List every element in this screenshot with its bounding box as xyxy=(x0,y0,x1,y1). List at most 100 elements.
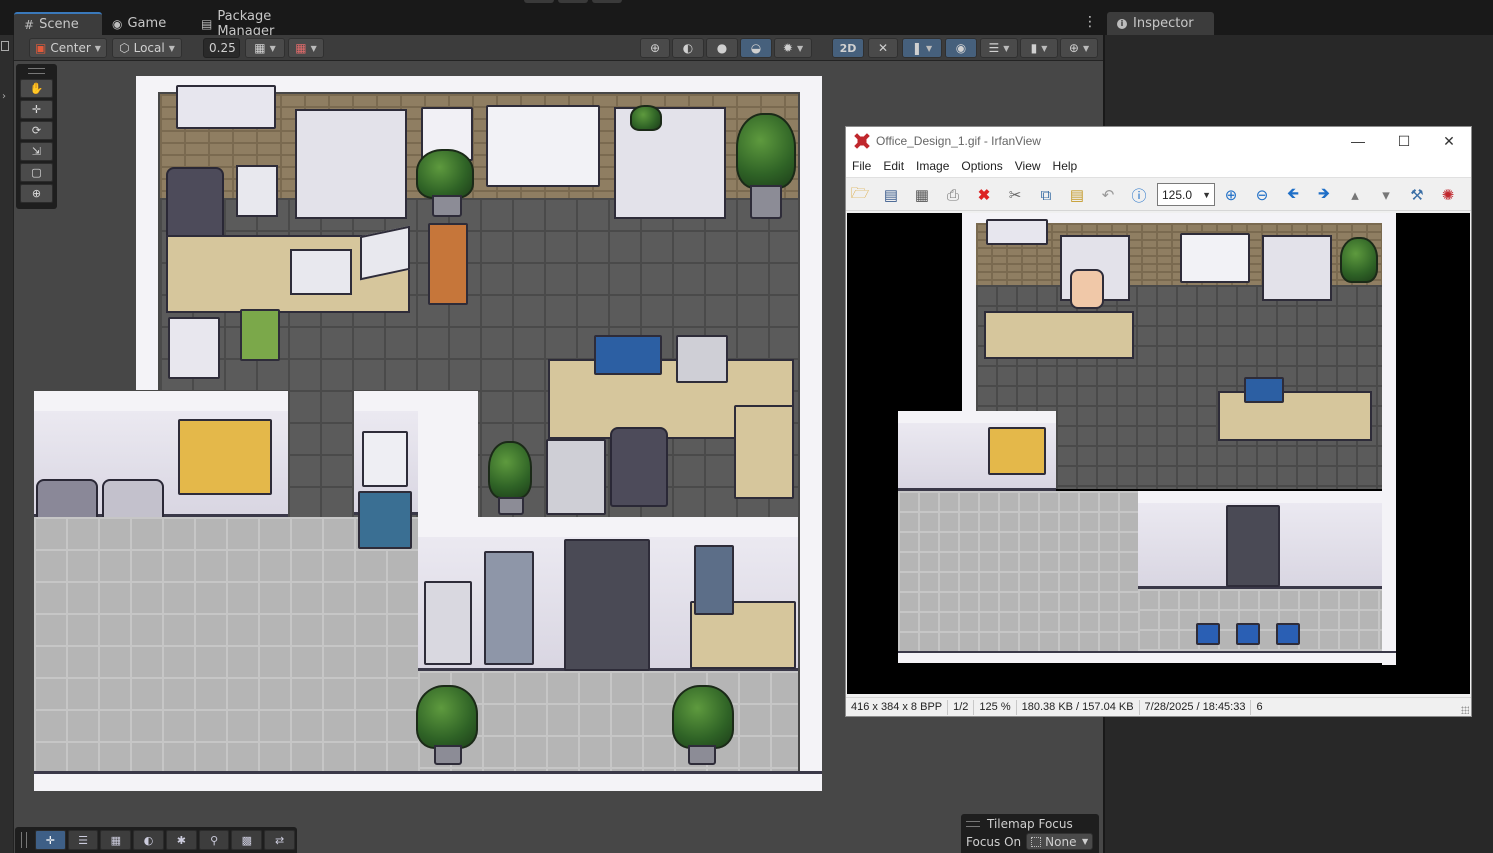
zoom-button[interactable]: ⚲ xyxy=(198,830,230,850)
top-notch xyxy=(558,0,588,3)
lit-shading-button[interactable]: ◒ xyxy=(740,38,772,58)
rotate-tool-button[interactable]: ⟳ xyxy=(20,121,53,140)
zoom-in-button[interactable]: ⊕ xyxy=(1220,184,1242,206)
properties-button[interactable]: ⚒ xyxy=(1406,184,1428,206)
shaded-wireframe-button[interactable]: ◐ xyxy=(672,38,704,58)
overlay-grip[interactable] xyxy=(966,821,980,827)
resize-grip[interactable] xyxy=(1461,706,1469,714)
panel-icon[interactable] xyxy=(1,41,9,51)
right-wall xyxy=(800,76,822,791)
info-button[interactable]: ⓘ xyxy=(1128,184,1150,206)
focus-on-dropdown[interactable]: None ▼ xyxy=(1026,833,1094,850)
layers-dropdown[interactable]: ☰ ▼ xyxy=(980,38,1018,58)
notice-board xyxy=(362,431,408,487)
close-button[interactable]: ✕ xyxy=(1426,127,1472,155)
erase-button[interactable]: ✱ xyxy=(165,830,197,850)
gizmos-dropdown[interactable]: ⊕ ▼ xyxy=(1060,38,1098,58)
irfanview-menubar: File Edit Image Options View Help xyxy=(846,155,1471,177)
tab-scene[interactable]: # Scene xyxy=(14,12,102,35)
grid-snap-dropdown[interactable]: ▦ ▼ xyxy=(288,38,324,58)
menu-image[interactable]: Image xyxy=(910,159,955,173)
paper-stack xyxy=(546,439,606,515)
paste-button[interactable]: ▤ xyxy=(1066,184,1088,206)
menu-file[interactable]: File xyxy=(846,159,877,173)
maximize-icon: ☐ xyxy=(1397,132,1411,149)
irfanview-window[interactable]: Office_Design_1.gif - IrfanView — ☐ ✕ Fi… xyxy=(845,126,1472,717)
tab-package-manager[interactable]: ▤ Package Manager xyxy=(191,9,336,39)
zoom-out-icon: ⊖ xyxy=(1255,187,1269,204)
zoom-out-button[interactable]: ⊖ xyxy=(1251,184,1273,206)
undo-button[interactable]: ↶ xyxy=(1097,184,1119,206)
open-folder-button[interactable]: 🗁 xyxy=(849,184,871,206)
printer-icon: ⎙ xyxy=(946,186,959,204)
copy-button[interactable]: ⧉ xyxy=(1035,184,1057,206)
scale-tool-button[interactable]: ⇲ xyxy=(20,142,53,161)
slideshow-button[interactable]: ▤ xyxy=(880,184,902,206)
cut-button[interactable]: ✂ xyxy=(1004,184,1026,206)
chevron-down-icon: ▼ xyxy=(94,43,101,53)
maximize-button[interactable]: ☐ xyxy=(1381,127,1427,155)
scale-icon: ⇲ xyxy=(31,145,42,158)
shuffle-button[interactable]: ⇄ xyxy=(264,830,295,850)
camera-dropdown[interactable]: ▮ ▼ xyxy=(1020,38,1058,58)
scene-visibility-button[interactable]: ◉ xyxy=(945,38,977,58)
toggle-2d-button[interactable]: 2D xyxy=(832,38,864,58)
unlit-shading-button[interactable]: ● xyxy=(706,38,738,58)
transform-tool-button[interactable]: ⊕ xyxy=(20,184,53,203)
move-tool-button[interactable]: ✛ xyxy=(20,100,53,119)
previous-button[interactable]: 🡸 xyxy=(1282,184,1304,206)
menu-help[interactable]: Help xyxy=(1047,159,1084,173)
expand-arrow-icon[interactable]: › xyxy=(2,91,6,102)
grid-visibility-dropdown[interactable]: ▦ ▼ xyxy=(245,38,285,58)
zoom-combobox[interactable]: 125.0 ▼ xyxy=(1157,183,1215,206)
chevron-down-icon: ▼ xyxy=(1041,43,1048,53)
minimize-button[interactable]: — xyxy=(1335,127,1381,155)
eye-icon: ◉ xyxy=(955,41,967,55)
debug-draw-dropdown[interactable]: ✹ ▼ xyxy=(774,38,812,58)
green-bag xyxy=(240,309,280,361)
folder-icon: 🗁 xyxy=(850,184,870,202)
fill-button[interactable]: ▩ xyxy=(231,830,263,850)
image-preview xyxy=(898,213,1396,665)
next-button[interactable]: 🡺 xyxy=(1313,184,1335,206)
more-options-icon[interactable]: ⋮ xyxy=(1083,14,1097,30)
pivot-mode-dropdown[interactable]: ▣ Center ▼ xyxy=(29,38,107,58)
tab-inspector[interactable]: i Inspector xyxy=(1107,12,1214,35)
delete-button[interactable]: ✖ xyxy=(973,184,995,206)
menu-options[interactable]: Options xyxy=(955,159,1008,173)
tab-game[interactable]: ◉ Game xyxy=(102,12,182,35)
menu-view[interactable]: View xyxy=(1009,159,1047,173)
focus-on-label: Focus On xyxy=(966,834,1022,849)
first-page-button[interactable]: ▴ xyxy=(1344,184,1366,206)
top-notch xyxy=(524,0,554,3)
select-tile-button[interactable]: ✛ xyxy=(34,830,66,850)
picker-button[interactable]: ◐ xyxy=(133,830,164,850)
overlay-grip[interactable] xyxy=(28,68,45,74)
fx-dropdown[interactable]: ❚ ▼ xyxy=(902,38,942,58)
toolbar-grip[interactable] xyxy=(21,832,27,848)
print-button[interactable]: ⎙ xyxy=(942,184,964,206)
space-mode-dropdown[interactable]: ⬡ Local ▼ xyxy=(112,38,182,58)
wireframe-shading-button[interactable]: ⊕ xyxy=(640,38,670,58)
hand-tool-button[interactable]: ✋ xyxy=(20,79,53,98)
scene-tabbar: # Scene ◉ Game ▤ Package Manager ⋮ xyxy=(0,0,1103,39)
lighting-toggle-button[interactable]: ✕ xyxy=(868,38,898,58)
rect-tool-button[interactable]: ▢ xyxy=(20,163,53,182)
about-button[interactable]: ✺ xyxy=(1437,184,1459,206)
status-datetime: 7/28/2025 / 18:45:33 xyxy=(1140,699,1252,715)
pivot-mode-label: Center xyxy=(50,41,91,55)
delete-x-icon: ✖ xyxy=(977,187,991,204)
paint-tile-button[interactable]: ☰ xyxy=(67,830,99,850)
status-extra: 6 xyxy=(1256,701,1263,713)
sphere-icon: ● xyxy=(716,41,728,55)
image-canvas[interactable] xyxy=(847,213,1470,694)
box-fill-icon: ▦ xyxy=(110,833,122,847)
last-page-button[interactable]: ▾ xyxy=(1375,184,1397,206)
menu-edit[interactable]: Edit xyxy=(877,159,910,173)
layers-icon: ☰ xyxy=(988,41,1000,55)
grid-snap-field[interactable]: 0.25 xyxy=(203,38,240,58)
box-fill-button[interactable]: ▦ xyxy=(100,830,132,850)
close-icon: ✕ xyxy=(1443,132,1455,149)
irfanview-titlebar[interactable]: Office_Design_1.gif - IrfanView — ☐ ✕ xyxy=(846,127,1471,155)
save-button[interactable]: ▦ xyxy=(911,184,933,206)
